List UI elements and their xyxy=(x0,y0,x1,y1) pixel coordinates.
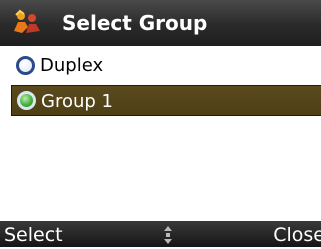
group-list: Duplex Group 1 xyxy=(0,50,321,116)
list-item-group-1[interactable]: Group 1 xyxy=(11,85,321,116)
group-people-icon xyxy=(14,9,40,33)
list-item-duplex[interactable]: Duplex xyxy=(0,50,321,81)
title-bar: Select Group xyxy=(0,0,321,46)
list-item-label: Group 1 xyxy=(41,91,113,112)
select-softkey[interactable]: Select xyxy=(4,221,63,247)
softkey-bar: Select Close xyxy=(0,221,321,247)
page-title: Select Group xyxy=(62,11,208,35)
close-softkey[interactable]: Close xyxy=(273,221,321,247)
radio-selected-icon[interactable] xyxy=(17,91,36,110)
list-item-label: Duplex xyxy=(40,55,104,76)
radio-unselected-icon[interactable] xyxy=(16,56,35,75)
scroll-updown-icon xyxy=(164,226,172,244)
